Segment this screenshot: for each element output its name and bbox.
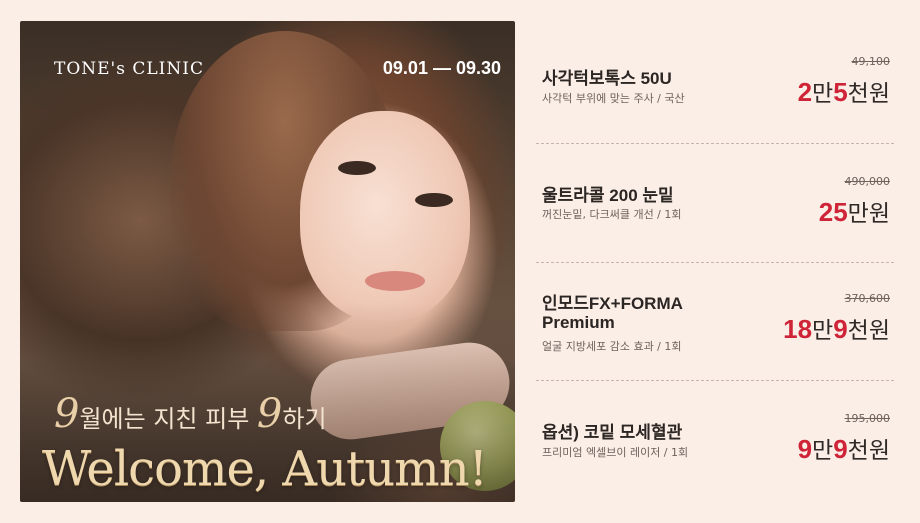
- tagline-middle: 월에는 지친 피부: [79, 405, 257, 433]
- item-sale-price: 9만9천원: [798, 431, 890, 465]
- tagline-end: 하기: [282, 405, 327, 433]
- item-divider: [536, 143, 894, 144]
- price-part: 9: [797, 434, 813, 464]
- item-description: 얼굴 지방세포 감소 효과 / 1회: [542, 340, 682, 353]
- price-part: 5: [833, 77, 848, 107]
- price-part: 천원: [847, 317, 890, 343]
- price-part: 만원: [847, 200, 890, 226]
- item-description: 사각턱 부위에 맞는 주사 / 국산: [542, 92, 685, 105]
- price-part: 만: [812, 80, 834, 106]
- tagline-number-1: 9: [54, 391, 80, 437]
- hero-tagline: 9월에는 지친 피부 9하기: [54, 391, 327, 437]
- item-name-line-2: Premium: [542, 313, 615, 332]
- item-name-line-1: 인모드FX+FORMA: [542, 294, 683, 313]
- left-eye-shape: [338, 161, 376, 175]
- item-original-price: 195,000: [844, 412, 891, 425]
- item-original-price: 370,600: [844, 292, 891, 305]
- item-sale-price: 18만9천원: [783, 311, 890, 345]
- tagline-number-2: 9: [256, 391, 283, 437]
- item-description: 프리미엄 엑셀브이 레이저 / 1회: [542, 446, 689, 459]
- right-eye-shape: [415, 193, 453, 207]
- price-part: 18: [783, 314, 813, 344]
- price-part: 천원: [847, 437, 890, 463]
- item-name: 옵션) 코밑 모세혈관: [542, 423, 683, 442]
- lips-shape: [365, 271, 425, 291]
- item-sale-price: 25만원: [819, 194, 890, 228]
- item-divider: [536, 380, 894, 381]
- item-description: 꺼진눈밑, 다크써클 개선 / 1회: [542, 208, 682, 221]
- price-part: 9: [833, 434, 848, 464]
- item-original-price: 490,000: [844, 175, 891, 188]
- item-original-price: 49,100: [851, 55, 891, 68]
- promo-hero-image: TONE's CLINIC 09.01 — 09.30 9월에는 지친 피부 9…: [20, 21, 515, 502]
- item-sale-price: 2만5천원: [798, 74, 890, 108]
- price-part: 9: [833, 314, 848, 344]
- item-divider: [536, 262, 894, 263]
- price-part: 25: [818, 197, 848, 227]
- event-date-range: 09.01 — 09.30: [382, 58, 501, 78]
- item-name: 울트라콜 200 눈밑: [542, 186, 674, 205]
- price-part: 만: [812, 317, 834, 343]
- welcome-headline: Welcome, Autumn!: [42, 441, 488, 497]
- price-part: 천원: [847, 80, 890, 106]
- price-part: 2: [797, 77, 813, 107]
- price-part: 만: [812, 437, 834, 463]
- item-name: 사각턱보톡스 50U: [542, 69, 672, 88]
- clinic-logo: TONE's CLINIC: [54, 59, 204, 79]
